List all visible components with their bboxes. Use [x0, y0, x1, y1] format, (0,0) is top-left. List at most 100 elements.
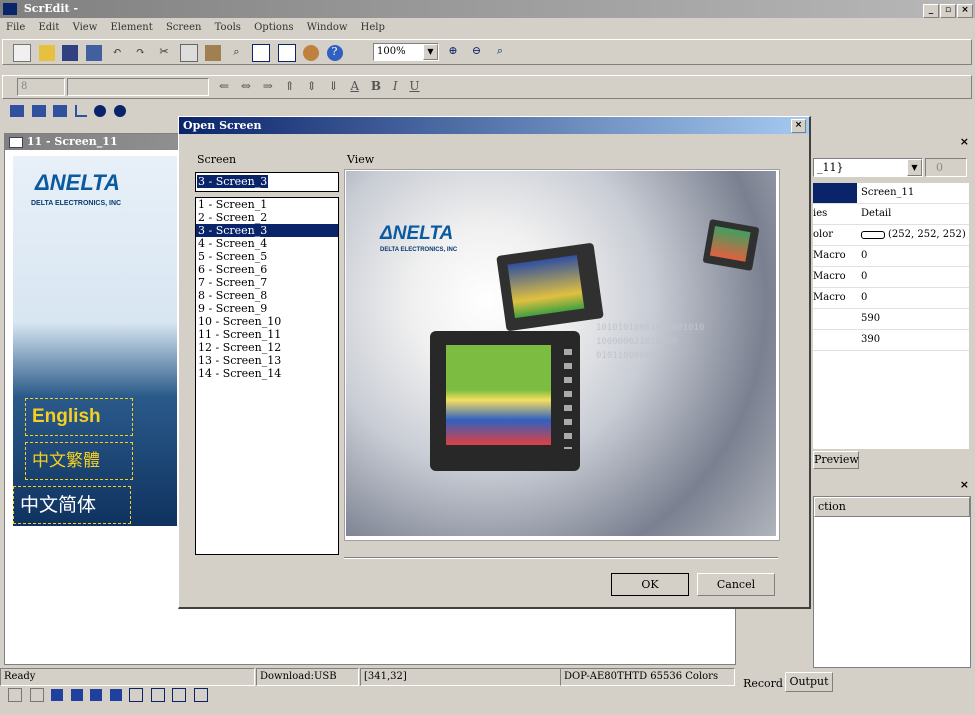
menu-edit[interactable]: Edit — [38, 22, 59, 33]
prop-row[interactable]: olor (252, 252, 252) — [813, 225, 969, 246]
bold-icon[interactable]: B — [371, 79, 381, 93]
align-left-icon[interactable]: ⇐ — [219, 79, 229, 93]
screen-list-item[interactable]: 10 - Screen_10 — [196, 315, 338, 328]
restore-button[interactable]: ▫ — [940, 4, 956, 18]
screen-list-item[interactable]: 2 - Screen_2 — [196, 211, 338, 224]
undo-icon[interactable]: ↶ — [109, 45, 125, 61]
help-icon[interactable]: ? — [326, 45, 343, 61]
font-color-icon[interactable]: A — [350, 79, 359, 93]
prop-row[interactable]: 590 — [813, 309, 969, 330]
layer-top-icon[interactable] — [90, 689, 102, 701]
screen-list-item[interactable]: 9 - Screen_9 — [196, 302, 338, 315]
tab-record[interactable]: Record — [741, 676, 785, 692]
menu-element[interactable]: Element — [110, 22, 152, 33]
zoom-in-icon[interactable]: ⊕ — [445, 44, 461, 60]
ok-button[interactable]: OK — [611, 573, 689, 596]
tab-output[interactable]: Output — [785, 672, 833, 692]
screen-name-field[interactable]: 3 - Screen_3 — [195, 172, 339, 192]
underline-icon[interactable]: U — [409, 79, 419, 93]
distribute-h-icon[interactable] — [129, 688, 143, 702]
zoom-fit-icon[interactable]: ⌕ — [492, 44, 508, 60]
distribute-v-icon[interactable] — [150, 688, 165, 702]
font-name-combo[interactable] — [67, 78, 209, 96]
element-circle-icon[interactable] — [113, 105, 126, 117]
screen-list-item[interactable]: 6 - Screen_6 — [196, 263, 338, 276]
layer-bottom-icon[interactable] — [109, 689, 122, 701]
menu-view[interactable]: View — [73, 22, 98, 33]
screen-list-item[interactable]: 4 - Screen_4 — [196, 237, 338, 250]
align-grid-icon[interactable] — [8, 688, 22, 702]
properties-object-combo[interactable]: _11} ▼ — [813, 158, 923, 177]
cut-icon[interactable]: ✂ — [156, 45, 172, 61]
output-column-header[interactable]: ction — [814, 497, 970, 517]
align-center-icon[interactable]: ⇔ — [241, 79, 251, 93]
menu-options[interactable]: Options — [254, 22, 293, 33]
menu-help[interactable]: Help — [361, 22, 385, 33]
screen-canvas[interactable]: ΔNELTA DELTA ELECTRONICS, INC English 中文… — [13, 156, 177, 526]
screen-list-item[interactable]: 7 - Screen_7 — [196, 276, 338, 289]
screen-list-item[interactable]: 12 - Screen_12 — [196, 341, 338, 354]
redo-icon[interactable]: ↷ — [133, 45, 149, 61]
menu-tools[interactable]: Tools — [215, 22, 241, 33]
lang-button-trad-chinese[interactable]: 中文繁體 — [25, 442, 133, 480]
align-right-icon[interactable]: ⇒ — [263, 79, 273, 93]
element-meter-icon[interactable] — [94, 105, 106, 117]
align-top-icon[interactable]: ⇑ — [285, 79, 295, 93]
cancel-button[interactable]: Cancel — [697, 573, 775, 596]
ungroup-icon[interactable] — [193, 688, 208, 702]
save-as-icon[interactable] — [85, 45, 102, 61]
prop-row[interactable]: ies Detail — [813, 204, 969, 225]
align-grid2-icon[interactable] — [29, 688, 44, 702]
italic-icon[interactable]: I — [393, 79, 398, 93]
paste-icon[interactable] — [205, 45, 221, 61]
screen-list-item[interactable]: 5 - Screen_5 — [196, 250, 338, 263]
new-icon[interactable] — [13, 44, 31, 62]
copy-icon[interactable] — [179, 44, 198, 62]
align-middle-icon[interactable]: ⇕ — [307, 79, 317, 93]
zoom-combo[interactable]: 100% ▼ — [373, 43, 439, 61]
close-button[interactable]: × — [957, 4, 973, 18]
find-icon[interactable]: ⌕ — [229, 45, 245, 61]
output-close-icon[interactable]: × — [960, 478, 969, 491]
element-button-icon[interactable] — [10, 105, 24, 117]
screen-list-item[interactable]: 3 - Screen_3 — [196, 224, 338, 237]
element-line-icon[interactable] — [74, 105, 87, 117]
align-bottom-icon[interactable]: ⇓ — [328, 79, 338, 93]
font-size-combo[interactable]: 8 — [17, 78, 65, 96]
screen-icon[interactable] — [252, 44, 270, 62]
prop-row[interactable]: 390 — [813, 330, 969, 351]
screen-list-item[interactable]: 11 - Screen_11 — [196, 328, 338, 341]
prop-row[interactable]: Screen_11 — [813, 183, 969, 204]
prop-row[interactable]: Macro 0 — [813, 246, 969, 267]
open-icon[interactable] — [38, 45, 55, 61]
element-lamp-icon[interactable] — [53, 105, 67, 117]
zoom-out-icon[interactable]: ⊖ — [469, 44, 485, 60]
screen-list-item[interactable]: 8 - Screen_8 — [196, 289, 338, 302]
screen-list-item[interactable]: 1 - Screen_1 — [196, 198, 338, 211]
compile-icon[interactable] — [303, 45, 319, 61]
group-icon[interactable] — [172, 688, 186, 702]
minimize-button[interactable]: _ — [923, 4, 939, 18]
layer-up-icon[interactable] — [51, 689, 63, 701]
menu-file[interactable]: File — [6, 22, 25, 33]
output-list[interactable]: ction — [813, 496, 971, 668]
screen-list-item[interactable]: 14 - Screen_14 — [196, 367, 338, 380]
screen-list-item[interactable]: 13 - Screen_13 — [196, 354, 338, 367]
layer-down-icon[interactable] — [70, 689, 83, 701]
save-icon[interactable] — [62, 45, 78, 61]
menu-screen[interactable]: Screen — [166, 22, 202, 33]
prop-row[interactable]: Macro 0 — [813, 288, 969, 309]
screen-list[interactable]: 1 - Screen_1 2 - Screen_2 3 - Screen_3 4 - … — [195, 197, 339, 555]
properties-close-icon[interactable]: × — [960, 135, 969, 148]
lang-button-english[interactable]: English — [25, 398, 133, 436]
prop-row[interactable]: Macro 0 — [813, 267, 969, 288]
zoom-dropdown-icon[interactable]: ▼ — [423, 44, 438, 60]
properties-spin[interactable]: 0 — [925, 158, 967, 177]
tab-preview[interactable]: Preview — [813, 451, 859, 469]
screen-open-icon[interactable] — [277, 44, 296, 62]
menu-window[interactable]: Window — [307, 22, 348, 33]
dialog-close-button[interactable]: × — [791, 119, 806, 133]
element-switch-icon[interactable] — [31, 105, 46, 117]
properties-combo-dropdown-icon[interactable]: ▼ — [907, 159, 922, 176]
lang-button-simp-chinese[interactable]: 中文简体 — [13, 486, 131, 524]
